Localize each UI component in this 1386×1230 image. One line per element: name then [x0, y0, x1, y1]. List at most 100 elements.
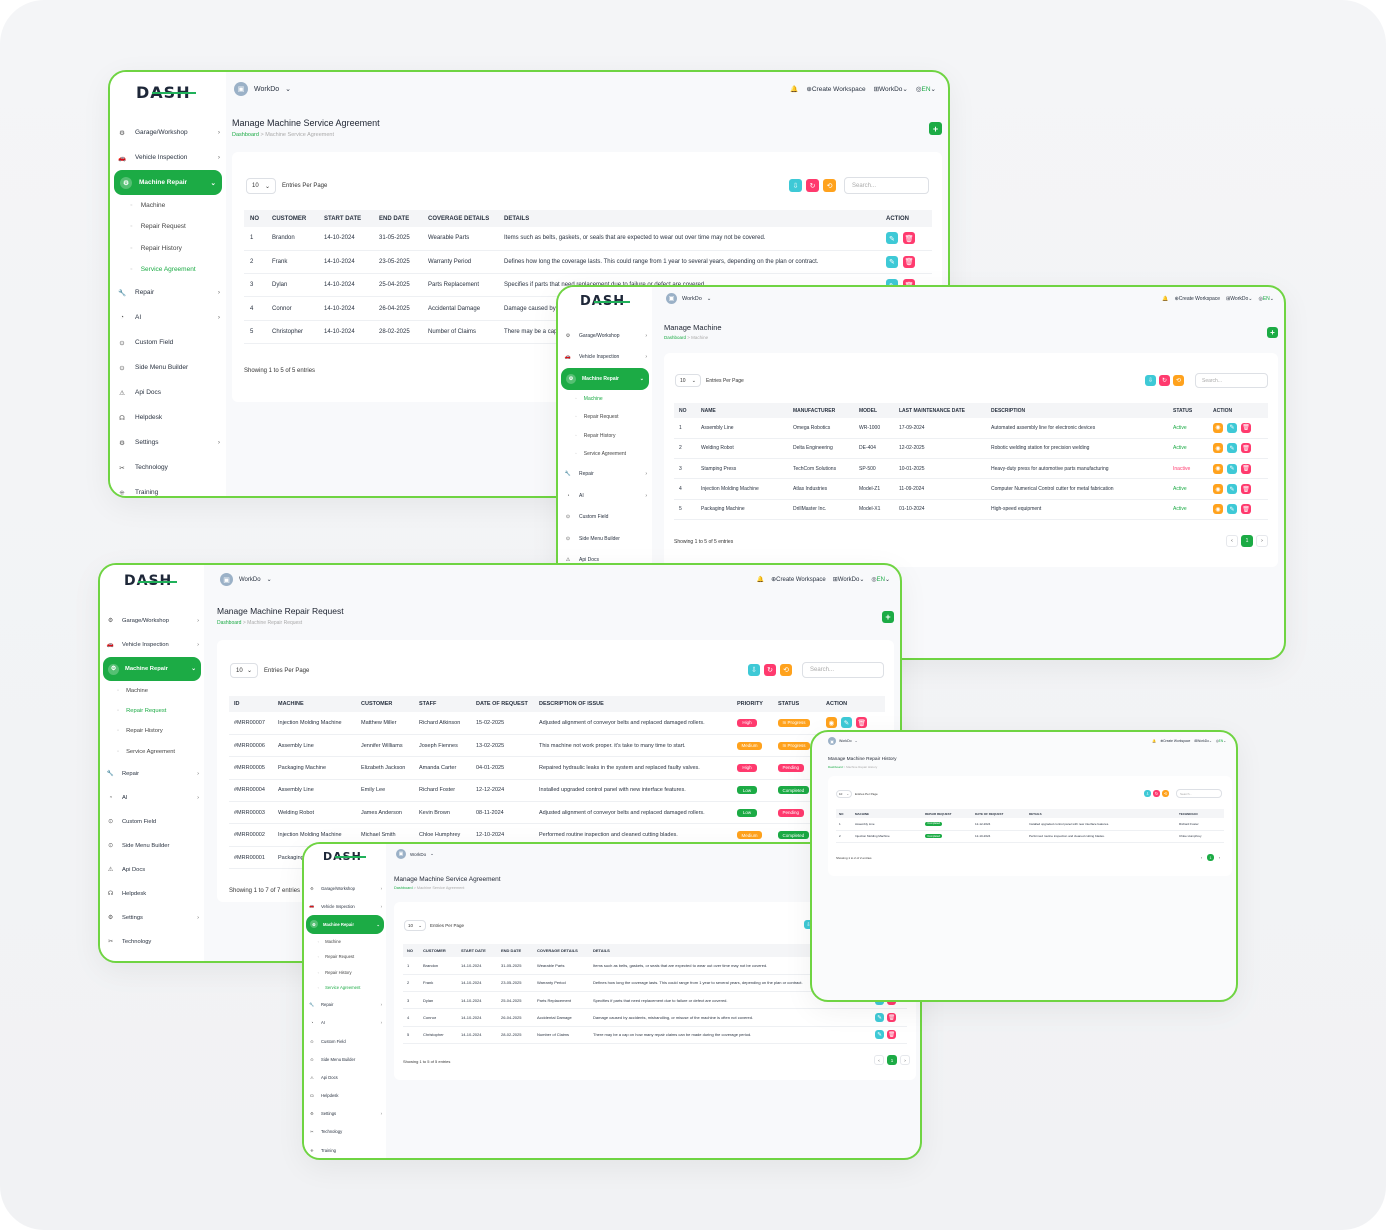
delete-icon[interactable]: 🗑	[887, 1030, 896, 1040]
search-input[interactable]: Search...	[844, 177, 929, 194]
sidebar-item-machine-repair[interactable]: ⚙ Machine Repair ⌄	[114, 170, 222, 195]
prev-page-button[interactable]: ‹	[874, 1055, 884, 1065]
workspace-switcher[interactable]: ▣ WorkDo ⌄	[828, 737, 858, 745]
notification-bell-icon[interactable]: 🔔	[1152, 739, 1156, 743]
sidebar-item-machine-repair[interactable]: ⚙ Machine Repair ⌄	[306, 915, 384, 934]
sidebar-item-custom-field[interactable]: ⊙ Custom Field	[110, 330, 226, 355]
entries-per-page-select[interactable]: 10 ⌄	[404, 920, 426, 931]
sidebar-item-settings[interactable]: ⚙ Settings ›	[110, 430, 226, 455]
download-icon[interactable]: ⇩	[789, 179, 802, 192]
view-icon[interactable]: ◉	[1213, 443, 1223, 454]
sidebar-item-ai[interactable]: ◔ AI ›	[100, 786, 204, 810]
refresh-icon[interactable]: ↻	[1153, 790, 1160, 797]
workspace-menu[interactable]: ⊞ WorkDo ⌄	[1194, 739, 1211, 743]
sidebar-item-ai[interactable]: ◔ AI ›	[110, 305, 226, 330]
page-1-button[interactable]: 1	[1241, 535, 1253, 547]
workspace-switcher[interactable]: ▣ WorkDo ⌄	[396, 849, 434, 859]
edit-icon[interactable]: ✎	[1227, 504, 1237, 515]
add-button[interactable]: +	[1267, 327, 1278, 338]
sidebar-item-garage-workshop[interactable]: ⚙ Garage/Workshop ›	[100, 609, 204, 633]
notification-bell-icon[interactable]: 🔔	[1162, 296, 1168, 302]
sidebar-subitem-service-agreement[interactable]: ◦ Service Agreement	[304, 980, 386, 996]
sidebar-item-ai[interactable]: ◔ AI ›	[558, 485, 652, 507]
delete-icon[interactable]: 🗑	[856, 717, 867, 729]
sidebar-item-repair[interactable]: 🔧 Repair ›	[558, 464, 652, 486]
sidebar-subitem-service-agreement[interactable]: ◦ Service Agreement	[558, 445, 652, 464]
sidebar-item-garage-workshop[interactable]: ⚙ Garage/Workshop ›	[110, 120, 226, 145]
sidebar-item-helpdesk[interactable]: ☊ Helpdesk	[110, 405, 226, 430]
edit-icon[interactable]: ✎	[886, 232, 898, 245]
download-icon[interactable]: ⇩	[1145, 375, 1156, 386]
sidebar-subitem-machine[interactable]: ◦ Machine	[304, 934, 386, 950]
create-workspace-button[interactable]: ⊕ Create Workspace	[806, 85, 865, 94]
sidebar-item-side-menu-builder[interactable]: ⊙ Side Menu Builder	[558, 528, 652, 550]
sidebar-item-repair[interactable]: 🔧 Repair ›	[304, 996, 386, 1014]
delete-icon[interactable]: 🗑	[903, 255, 915, 268]
sidebar-item-vehicle-inspection[interactable]: 🚗 Vehicle Inspection ›	[100, 633, 204, 657]
create-workspace-button[interactable]: ⊕ Create Workspace	[771, 576, 826, 584]
edit-icon[interactable]: ✎	[1227, 422, 1237, 433]
reset-icon[interactable]: ⟲	[1162, 790, 1169, 797]
sidebar-subitem-service-agreement[interactable]: ◦ Service Agreement	[100, 742, 204, 762]
delete-icon[interactable]: 🗑	[1241, 422, 1251, 433]
edit-icon[interactable]: ✎	[875, 1013, 884, 1023]
sidebar-item-repair[interactable]: 🔧 Repair ›	[100, 762, 204, 786]
next-page-button[interactable]: ›	[1216, 854, 1223, 861]
sidebar-subitem-machine[interactable]: ◦ Machine	[100, 681, 204, 701]
sidebar-item-helpdesk[interactable]: ☊ Helpdesk	[100, 882, 204, 906]
breadcrumb-dashboard[interactable]: Dashboard	[664, 335, 686, 340]
sidebar-subitem-repair-history[interactable]: ◦ Repair History	[100, 721, 204, 741]
reset-icon[interactable]: ⟲	[1173, 375, 1184, 386]
add-button[interactable]: +	[882, 611, 894, 623]
edit-icon[interactable]: ✎	[875, 1030, 884, 1040]
refresh-icon[interactable]: ↻	[1159, 375, 1170, 386]
sidebar-subitem-machine[interactable]: ◦ Machine	[110, 195, 226, 216]
page-1-button[interactable]: 1	[1207, 854, 1214, 861]
workspace-menu[interactable]: ⊞ WorkDo ⌄	[833, 576, 865, 584]
entries-per-page-select[interactable]: 10 ⌄	[836, 790, 852, 798]
sidebar-item-repair[interactable]: 🔧 Repair ›	[110, 280, 226, 305]
view-icon[interactable]: ◉	[826, 717, 837, 729]
language-selector[interactable]: ◎ EN ⌄	[1216, 739, 1226, 743]
sidebar-item-garage-workshop[interactable]: ⚙ Garage/Workshop ›	[304, 879, 386, 897]
entries-per-page-select[interactable]: 10 ⌄	[230, 663, 258, 678]
prev-page-button[interactable]: ‹	[1226, 535, 1238, 547]
sidebar-item-training[interactable]: ⁜ Training	[110, 480, 226, 496]
edit-icon[interactable]: ✎	[1227, 443, 1237, 454]
edit-icon[interactable]: ✎	[841, 717, 852, 729]
sidebar-item-custom-field[interactable]: ⊙ Custom Field	[304, 1032, 386, 1050]
create-workspace-button[interactable]: ⊕ Create Workspace	[1175, 296, 1221, 302]
notification-bell-icon[interactable]: 🔔	[757, 576, 764, 583]
breadcrumb-dashboard[interactable]: Dashboard	[828, 765, 843, 769]
create-workspace-button[interactable]: ⊕ Create Workspace	[1160, 739, 1190, 743]
sidebar-item-machine-repair[interactable]: ⚙ Machine Repair ⌄	[103, 657, 201, 681]
page-1-button[interactable]: 1	[887, 1055, 897, 1065]
prev-page-button[interactable]: ‹	[1198, 854, 1205, 861]
sidebar-subitem-repair-request[interactable]: ◦ Repair Request	[304, 949, 386, 965]
sidebar-item-side-menu-builder[interactable]: ⊙ Side Menu Builder	[100, 834, 204, 858]
delete-icon[interactable]: 🗑	[1241, 443, 1251, 454]
sidebar-item-technology[interactable]: ✂ Technology	[100, 930, 204, 954]
entries-per-page-select[interactable]: 10 ⌄	[246, 178, 276, 194]
sidebar-item-garage-workshop[interactable]: ⚙ Garage/Workshop ›	[558, 325, 652, 347]
sidebar-item-vehicle-inspection[interactable]: 🚗 Vehicle Inspection ›	[304, 897, 386, 915]
view-icon[interactable]: ◉	[1213, 422, 1223, 433]
view-icon[interactable]: ◉	[1213, 463, 1223, 474]
workspace-menu[interactable]: ⊞ WorkDo ⌄	[874, 85, 908, 94]
sidebar-item-api-docs[interactable]: ⚠ Api Docs	[100, 858, 204, 882]
breadcrumb-dashboard[interactable]: Dashboard	[232, 132, 259, 138]
sidebar-subitem-service-agreement[interactable]: ◦ Service Agreement	[110, 259, 226, 280]
sidebar-subitem-repair-request[interactable]: ◦ Repair Request	[558, 408, 652, 427]
reset-icon[interactable]: ⟲	[823, 179, 836, 192]
search-input[interactable]: Search...	[802, 662, 884, 678]
workspace-switcher[interactable]: ▣ WorkDo ⌄	[666, 293, 711, 304]
sidebar-item-api-docs[interactable]: ⚠ Api Docs	[304, 1068, 386, 1086]
search-input[interactable]: Search...	[1195, 373, 1268, 388]
notification-bell-icon[interactable]: 🔔	[790, 85, 798, 93]
sidebar-item-vehicle-inspection[interactable]: 🚗 Vehicle Inspection ›	[110, 145, 226, 170]
sidebar-item-technology[interactable]: ✂ Technology	[110, 455, 226, 480]
add-button[interactable]: +	[929, 122, 942, 135]
language-selector[interactable]: ◎ EN ⌄	[916, 85, 936, 94]
sidebar-item-custom-field[interactable]: ⊙ Custom Field	[100, 810, 204, 834]
edit-icon[interactable]: ✎	[1227, 484, 1237, 495]
